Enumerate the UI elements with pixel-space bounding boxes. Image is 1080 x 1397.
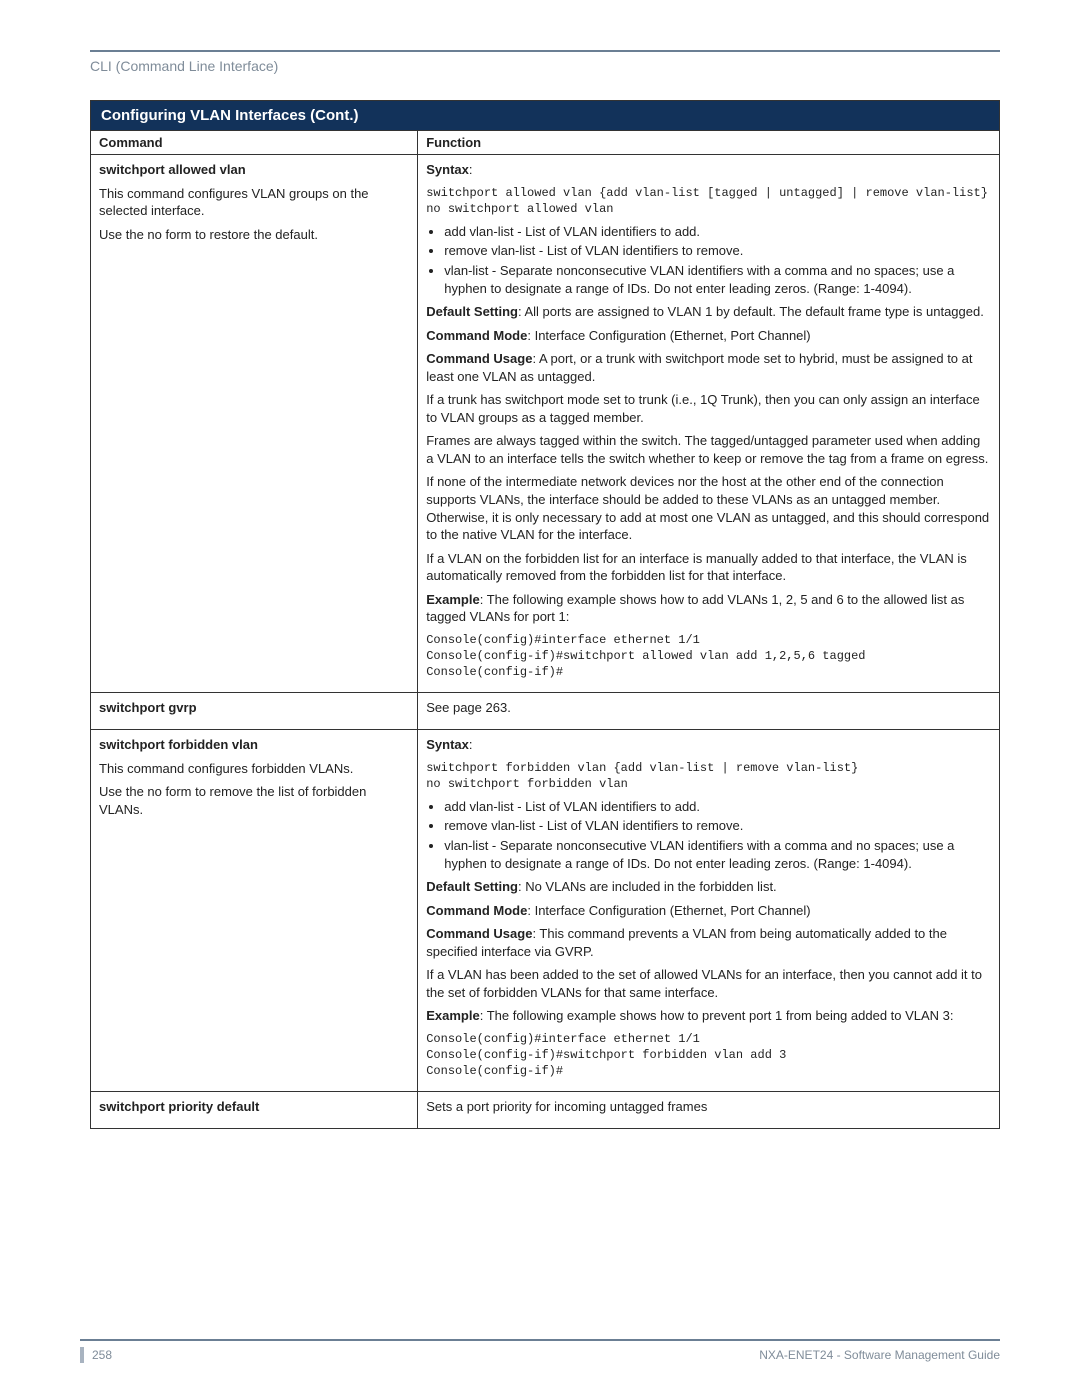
table-title: Configuring VLAN Interfaces (Cont.): [91, 101, 1000, 131]
example-code: Console(config)#interface ethernet 1/1 C…: [426, 1031, 991, 1080]
command-mode-text: : Interface Configuration (Ethernet, Por…: [527, 328, 810, 343]
page-number: 258: [80, 1347, 112, 1363]
vlan-interfaces-table: Configuring VLAN Interfaces (Cont.) Comm…: [90, 100, 1000, 1129]
syntax-label: Syntax: [426, 737, 469, 752]
list-item: remove vlan-list - List of VLAN identifi…: [444, 242, 991, 260]
list-item: remove vlan-list - List of VLAN identifi…: [444, 817, 991, 835]
list-item: vlan-list - Separate nonconsecutive VLAN…: [444, 837, 991, 872]
table-row: switchport gvrp See page 263.: [91, 693, 1000, 730]
default-setting-text: : All ports are assigned to VLAN 1 by de…: [518, 304, 984, 319]
syntax-code: switchport forbidden vlan {add vlan-list…: [426, 760, 991, 792]
header-rule: [90, 50, 1000, 52]
doc-title: NXA-ENET24 - Software Management Guide: [759, 1347, 1000, 1363]
default-setting-text: : No VLANs are included in the forbidden…: [518, 879, 777, 894]
command-mode-text: : Interface Configuration (Ethernet, Por…: [527, 903, 810, 918]
example-text: : The following example shows how to pre…: [480, 1008, 954, 1023]
list-item: vlan-list - Separate nonconsecutive VLAN…: [444, 262, 991, 297]
command-usage-label: Command Usage: [426, 351, 532, 366]
syntax-bullets: add vlan-list - List of VLAN identifiers…: [426, 223, 991, 297]
list-item: add vlan-list - List of VLAN identifiers…: [444, 798, 991, 816]
example-label: Example: [426, 592, 479, 607]
command-mode-label: Command Mode: [426, 903, 527, 918]
command-description: Use the no form to remove the list of fo…: [99, 783, 409, 818]
column-header-command: Command: [91, 131, 418, 155]
example-text: : The following example shows how to add…: [426, 592, 964, 625]
page-footer: 258 NXA-ENET24 - Software Management Gui…: [80, 1339, 1000, 1363]
syntax-label: Syntax: [426, 162, 469, 177]
default-setting-label: Default Setting: [426, 879, 518, 894]
syntax-code: switchport allowed vlan {add vlan-list […: [426, 185, 991, 217]
command-mode-label: Command Mode: [426, 328, 527, 343]
paragraph: If none of the intermediate network devi…: [426, 473, 991, 543]
command-description: Use the no form to restore the default.: [99, 226, 409, 244]
command-description: This command configures VLAN groups on t…: [99, 185, 409, 220]
paragraph: If a trunk has switchport mode set to tr…: [426, 391, 991, 426]
table-row: switchport priority default Sets a port …: [91, 1092, 1000, 1129]
paragraph: If a VLAN on the forbidden list for an i…: [426, 550, 991, 585]
command-name: switchport allowed vlan: [99, 161, 409, 179]
table-row: switchport forbidden vlan This command c…: [91, 729, 1000, 1092]
command-usage-label: Command Usage: [426, 926, 532, 941]
footer-rule: [80, 1339, 1000, 1341]
table-row: switchport allowed vlan This command con…: [91, 155, 1000, 693]
example-label: Example: [426, 1008, 479, 1023]
list-item: add vlan-list - List of VLAN identifiers…: [444, 223, 991, 241]
section-header: CLI (Command Line Interface): [90, 58, 1000, 74]
command-description: This command configures forbidden VLANs.: [99, 760, 409, 778]
command-name: switchport priority default: [99, 1098, 409, 1116]
command-name: switchport forbidden vlan: [99, 736, 409, 754]
default-setting-label: Default Setting: [426, 304, 518, 319]
column-header-function: Function: [418, 131, 1000, 155]
function-text: See page 263.: [426, 700, 511, 715]
function-text: Sets a port priority for incoming untagg…: [426, 1099, 707, 1114]
syntax-bullets: add vlan-list - List of VLAN identifiers…: [426, 798, 991, 872]
example-code: Console(config)#interface ethernet 1/1 C…: [426, 632, 991, 681]
paragraph: Frames are always tagged within the swit…: [426, 432, 991, 467]
command-name: switchport gvrp: [99, 699, 409, 717]
paragraph: If a VLAN has been added to the set of a…: [426, 966, 991, 1001]
